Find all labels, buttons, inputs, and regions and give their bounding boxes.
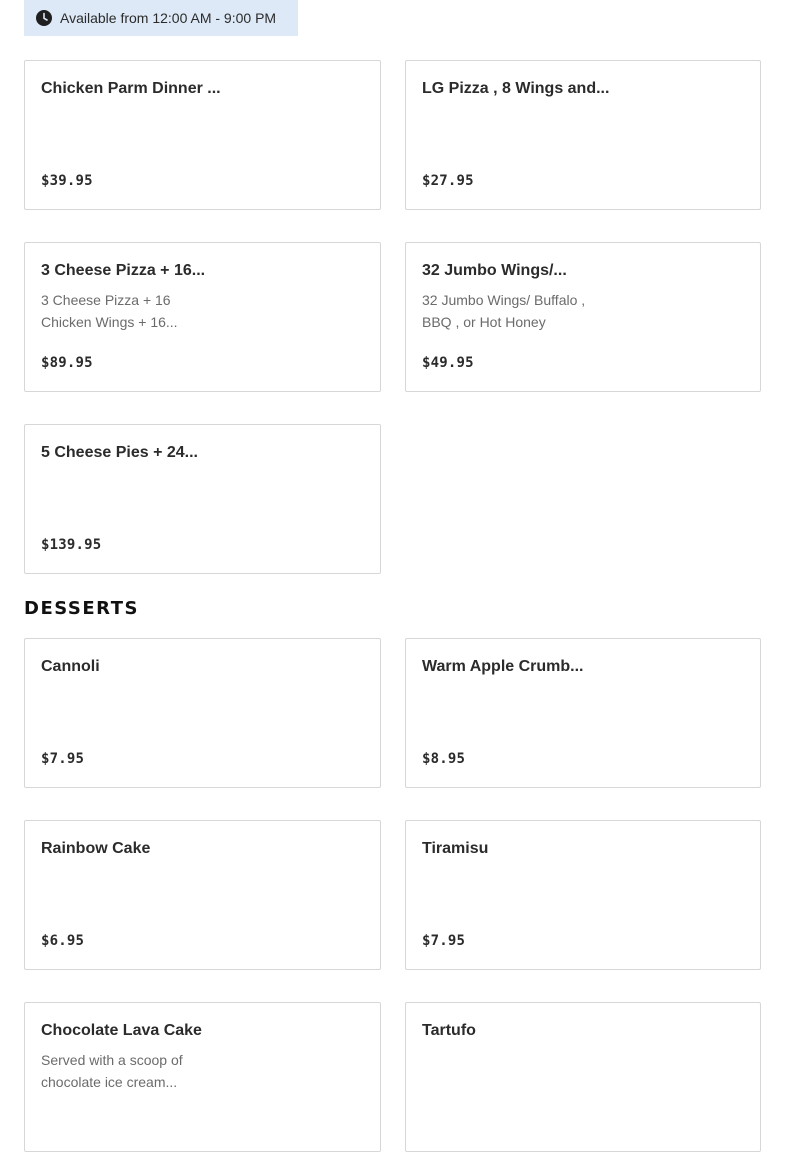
availability-text: Available from 12:00 AM - 9:00 PM (60, 10, 277, 26)
menu-item-card[interactable]: 32 Jumbo Wings/... 32 Jumbo Wings/ Buffa… (405, 242, 761, 392)
item-title: Chicken Parm Dinner ... (41, 80, 221, 97)
menu-item-card[interactable]: Tiramisu $7.95 (405, 820, 761, 970)
item-price: $49.95 (422, 355, 474, 371)
menu-item-card[interactable]: Cannoli $7.95 (24, 638, 381, 788)
item-title: Rainbow Cake (41, 840, 151, 857)
menu-item-card[interactable]: LG Pizza , 8 Wings and... $27.95 (405, 60, 761, 210)
clock-icon (36, 10, 52, 26)
item-price: $8.95 (422, 751, 466, 767)
item-title: 32 Jumbo Wings/... (422, 262, 567, 279)
menu-item-card[interactable]: Warm Apple Crumb... $8.95 (405, 638, 761, 788)
item-price: $6.95 (41, 933, 85, 949)
item-description: Served with a scoop of chocolate ice cre… (41, 1052, 183, 1090)
section-title-desserts: DESSERTS (24, 598, 139, 619)
item-price: $7.95 (41, 751, 85, 767)
item-price: $7.95 (422, 933, 466, 949)
item-description: 3 Cheese Pizza + 16 Chicken Wings + 16..… (41, 292, 178, 330)
item-price: $89.95 (41, 355, 93, 371)
menu-item-card[interactable]: 5 Cheese Pies + 24... $139.95 (24, 424, 381, 574)
item-price: $27.95 (422, 173, 474, 189)
item-title: Tartufo (422, 1022, 476, 1039)
item-title: Warm Apple Crumb... (422, 658, 584, 675)
item-title: Cannoli (41, 658, 100, 675)
item-price: $39.95 (41, 173, 93, 189)
menu-item-card[interactable]: Chicken Parm Dinner ... $39.95 (24, 60, 381, 210)
item-price: $139.95 (41, 537, 102, 553)
availability-banner: Available from 12:00 AM - 9:00 PM (24, 0, 298, 36)
item-description: 32 Jumbo Wings/ Buffalo , BBQ , or Hot H… (422, 292, 586, 330)
item-title: Chocolate Lava Cake (41, 1022, 202, 1039)
item-title: 5 Cheese Pies + 24... (41, 444, 198, 461)
item-title: LG Pizza , 8 Wings and... (422, 80, 610, 97)
menu-item-card[interactable]: 3 Cheese Pizza + 16... 3 Cheese Pizza + … (24, 242, 381, 392)
item-title: Tiramisu (422, 840, 489, 857)
menu-item-card[interactable]: Tartufo (405, 1002, 761, 1152)
menu-item-card[interactable]: Chocolate Lava Cake Served with a scoop … (24, 1002, 381, 1152)
item-title: 3 Cheese Pizza + 16... (41, 262, 206, 279)
menu-item-card[interactable]: Rainbow Cake $6.95 (24, 820, 381, 970)
